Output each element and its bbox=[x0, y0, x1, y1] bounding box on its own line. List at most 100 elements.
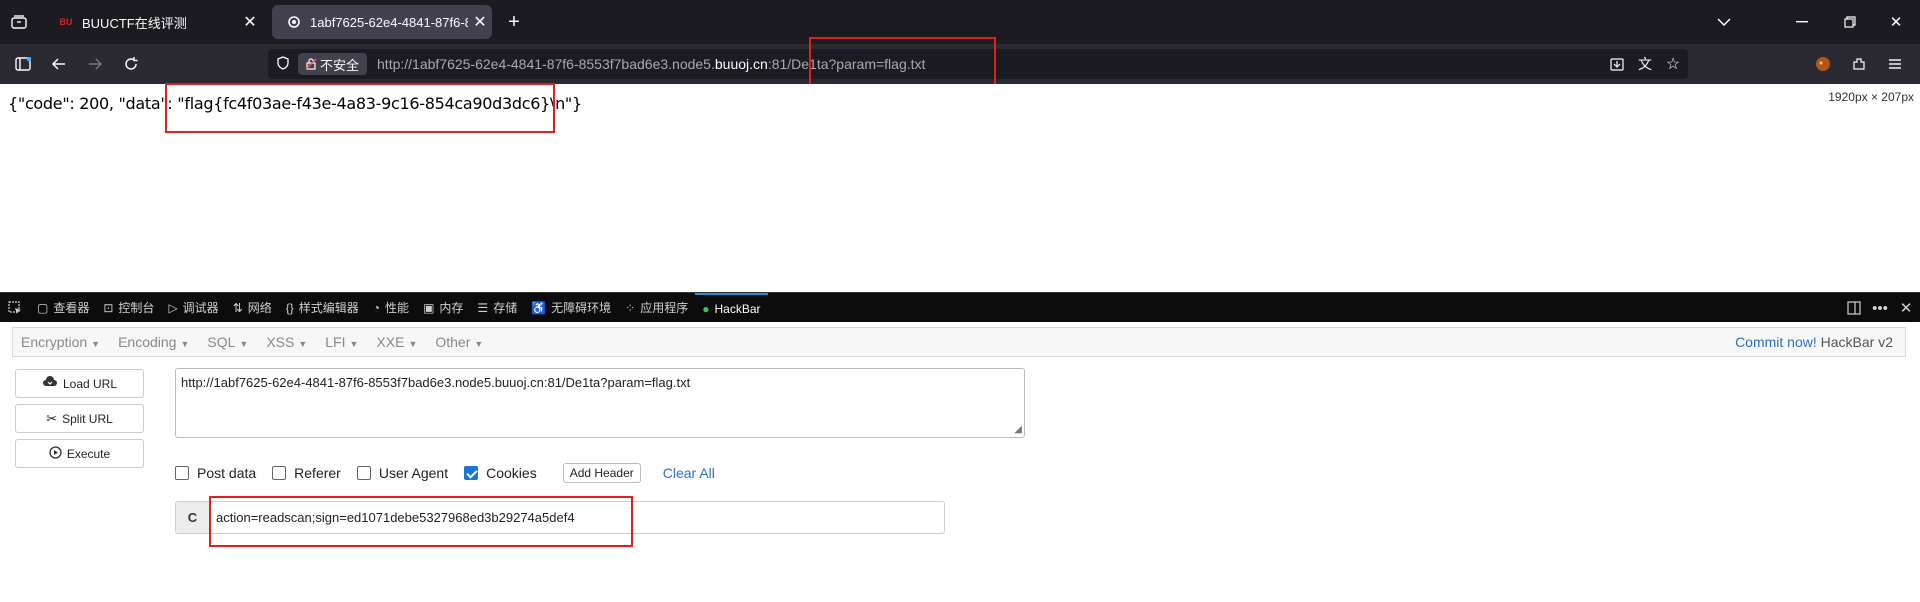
tab-manager-icon[interactable] bbox=[8, 12, 30, 32]
commit-link[interactable]: Commit now! bbox=[1735, 334, 1817, 350]
sidebar-toggle-icon[interactable] bbox=[12, 53, 34, 75]
tab-accessibility[interactable]: ♿ 无障碍环境 bbox=[524, 293, 618, 323]
new-tab-icon[interactable]: + bbox=[502, 10, 526, 34]
menu-icon[interactable] bbox=[1884, 53, 1906, 75]
split-url-label: Split URL bbox=[62, 411, 113, 426]
hackbar-version: HackBar v2 bbox=[1820, 334, 1893, 350]
user-agent-checkbox[interactable] bbox=[356, 466, 371, 480]
menu-label: Other bbox=[435, 334, 471, 350]
tab-buuctf[interactable]: BU BUUCTF在线评测 ✕ bbox=[44, 5, 262, 39]
menu-xss[interactable]: XSS ▼ bbox=[258, 334, 317, 350]
tab-hackbar[interactable]: ● HackBar bbox=[695, 292, 768, 323]
option-label: User Agent bbox=[378, 465, 449, 481]
restore-icon[interactable] bbox=[1838, 10, 1862, 34]
highlight-box-flag bbox=[165, 83, 555, 133]
buu-logo-icon: BU bbox=[59, 17, 73, 27]
chevron-down-icon[interactable] bbox=[1712, 10, 1736, 34]
performance-icon: ◔ bbox=[372, 300, 381, 315]
more-options-icon[interactable]: ••• bbox=[1870, 297, 1890, 319]
window-close-icon[interactable]: ✕ bbox=[1884, 10, 1908, 34]
resize-handle-icon[interactable]: ◢ bbox=[1014, 424, 1022, 435]
option-label: Post data bbox=[197, 465, 257, 481]
loading-icon bbox=[286, 14, 302, 30]
options-row: Post data Referer User Agent Cookies Add… bbox=[175, 463, 715, 483]
back-icon[interactable] bbox=[48, 53, 70, 75]
menu-xxe[interactable]: XXE ▼ bbox=[368, 334, 427, 350]
tab-title: 1abf7625-62e4-4841-87f6-8553f7bad6e3 bbox=[310, 14, 468, 30]
add-header-button[interactable]: Add Header bbox=[562, 463, 641, 483]
insecure-badge[interactable]: 不安全 bbox=[298, 53, 368, 75]
tab-label: 性能 bbox=[385, 301, 410, 315]
close-icon[interactable]: ✕ bbox=[238, 12, 262, 32]
application-icon: ⁘ bbox=[625, 300, 636, 315]
style-editor-icon: {} bbox=[285, 300, 294, 315]
post-data-option[interactable]: Post data bbox=[175, 465, 256, 481]
cookies-option[interactable]: Cookies bbox=[464, 465, 537, 481]
tab-application[interactable]: ⁘ 应用程序 bbox=[618, 293, 695, 323]
console-icon: ⊡ bbox=[103, 300, 114, 315]
hackbar-icon: ● bbox=[702, 301, 710, 316]
tab-storage[interactable]: ☰ 存储 bbox=[470, 293, 524, 323]
clear-all-link[interactable]: Clear All bbox=[663, 465, 715, 481]
tab-debugger[interactable]: ▷ 调试器 bbox=[161, 293, 225, 323]
download-icon[interactable] bbox=[1606, 53, 1628, 75]
referer-option[interactable]: Referer bbox=[272, 465, 341, 481]
tab-inspector[interactable]: ▢ 查看器 bbox=[30, 293, 96, 323]
cookies-checkbox[interactable] bbox=[464, 466, 479, 480]
dock-side-icon[interactable] bbox=[1844, 297, 1864, 319]
extension-avatar-icon[interactable] bbox=[1812, 53, 1834, 75]
tab-active[interactable]: 1abf7625-62e4-4841-87f6-8553f7bad6e3 ✕ bbox=[272, 5, 492, 39]
tab-label: 样式编辑器 bbox=[298, 301, 359, 315]
split-url-button[interactable]: ✂ Split URL bbox=[15, 404, 144, 433]
menu-encoding[interactable]: Encoding ▼ bbox=[110, 334, 199, 350]
reload-icon[interactable] bbox=[120, 53, 142, 75]
option-label: Referer bbox=[294, 465, 341, 481]
load-url-button[interactable]: Load URL bbox=[15, 369, 144, 398]
scissors-icon: ✂ bbox=[46, 410, 58, 426]
tab-performance[interactable]: ◔ 性能 bbox=[366, 293, 416, 323]
caret-down-icon: ▼ bbox=[349, 339, 359, 349]
storage-icon: ☰ bbox=[477, 300, 489, 315]
tab-label: 内存 bbox=[439, 301, 464, 315]
menu-label: Encoding bbox=[118, 334, 177, 350]
inspector-icon: ▢ bbox=[37, 300, 49, 315]
menu-encryption[interactable]: Encryption ▼ bbox=[13, 334, 110, 350]
menu-sql[interactable]: SQL ▼ bbox=[199, 334, 258, 350]
tab-network[interactable]: ⇅ 网络 bbox=[226, 293, 279, 323]
caret-down-icon: ▼ bbox=[298, 339, 308, 349]
play-circle-icon bbox=[49, 445, 62, 462]
close-icon[interactable]: ✕ bbox=[468, 12, 492, 32]
url-textarea[interactable]: http://1abf7625-62e4-4841-87f6-8553f7bad… bbox=[175, 368, 1025, 438]
post-data-checkbox[interactable] bbox=[175, 466, 189, 480]
menu-other[interactable]: Other ▼ bbox=[427, 334, 493, 350]
menu-lfi[interactable]: LFI ▼ bbox=[317, 334, 368, 350]
tab-title: BUUCTF在线评测 bbox=[82, 15, 187, 31]
shield-icon[interactable] bbox=[268, 55, 298, 73]
caret-down-icon: ▼ bbox=[239, 339, 249, 349]
memory-icon: ▣ bbox=[423, 300, 435, 315]
hackbar-panel: Encryption ▼ Encoding ▼ SQL ▼ XSS ▼ LFI ▼ XXE… bbox=[0, 322, 1920, 602]
forward-icon[interactable] bbox=[84, 53, 106, 75]
extensions-icon[interactable] bbox=[1848, 53, 1870, 75]
caret-down-icon: ▼ bbox=[91, 339, 101, 349]
referer-checkbox[interactable] bbox=[272, 466, 287, 480]
user-agent-option[interactable]: User Agent bbox=[356, 465, 449, 481]
cookie-prefix-label: C bbox=[176, 502, 210, 533]
tab-console[interactable]: ⊡ 控制台 bbox=[96, 293, 161, 323]
minimize-icon[interactable] bbox=[1790, 10, 1814, 34]
url-prefix: http://1abf7625-62e4-4841-87f6-8553f7bad… bbox=[377, 56, 715, 72]
tab-label: 存储 bbox=[493, 301, 518, 315]
debugger-icon: ▷ bbox=[168, 300, 178, 315]
pick-element-icon[interactable] bbox=[0, 293, 30, 323]
translate-icon[interactable]: 文 bbox=[1634, 53, 1656, 75]
hackbar-menu: Encryption ▼ Encoding ▼ SQL ▼ XSS ▼ LFI ▼ XXE… bbox=[12, 327, 1906, 357]
menu-label: XSS bbox=[266, 334, 295, 350]
tab-style-editor[interactable]: {} 样式编辑器 bbox=[279, 293, 366, 323]
option-label: Cookies bbox=[486, 465, 537, 481]
tab-memory[interactable]: ▣ 内存 bbox=[416, 293, 470, 323]
bookmark-star-icon[interactable]: ☆ bbox=[1662, 53, 1684, 75]
execute-button[interactable]: Execute bbox=[15, 439, 144, 468]
viewport-dimensions: 1920px × 207px bbox=[1828, 90, 1914, 104]
devtools-close-icon[interactable]: ✕ bbox=[1896, 297, 1916, 319]
lock-broken-icon bbox=[306, 58, 316, 70]
